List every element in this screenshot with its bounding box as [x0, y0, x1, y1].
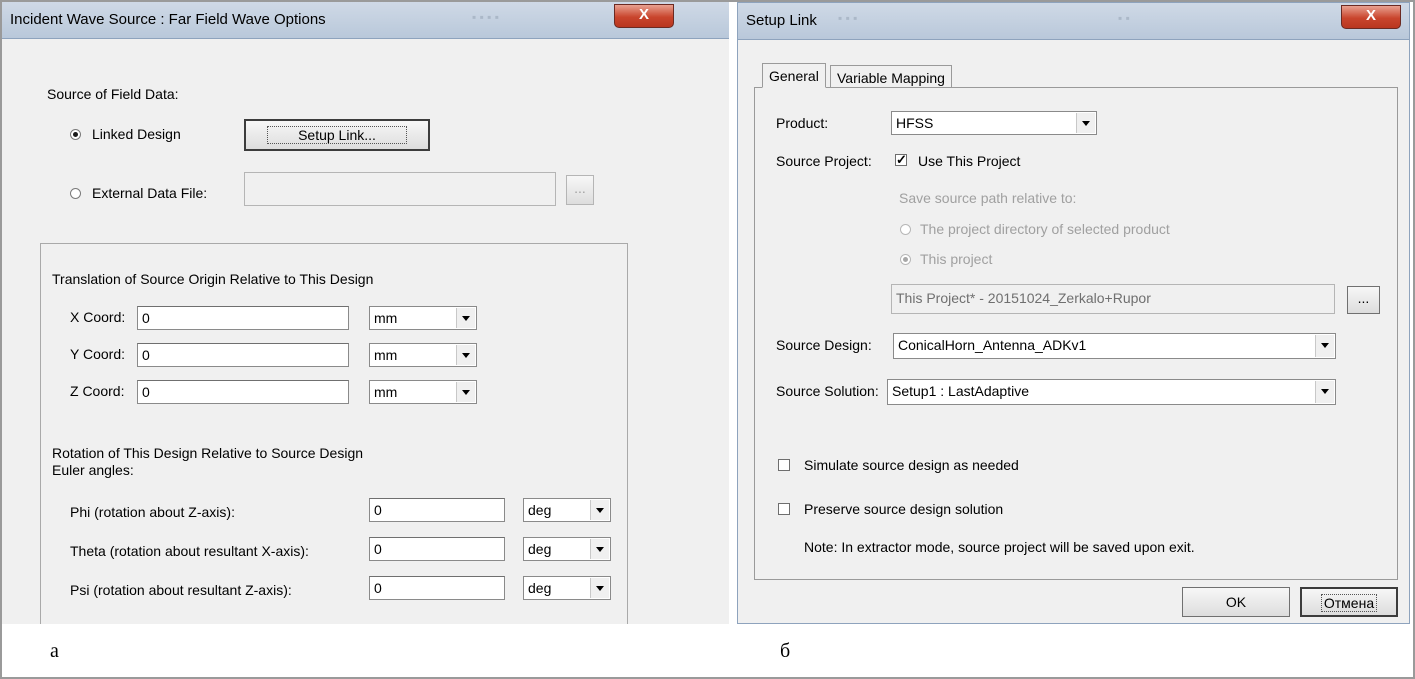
this-project-radio[interactable] [900, 254, 911, 265]
z-coord-unit-select[interactable]: mm [369, 380, 477, 404]
tab-variable-mapping[interactable]: Variable Mapping [830, 65, 952, 87]
use-this-project-checkbox[interactable]: ✓ [895, 153, 907, 166]
external-data-file-input[interactable] [244, 172, 556, 206]
linked-design-radio[interactable] [70, 129, 81, 140]
theta-input[interactable]: 0 [369, 537, 505, 561]
z-coord-input[interactable]: 0 [137, 380, 349, 404]
source-solution-value: Setup1 : LastAdaptive [892, 383, 1029, 399]
project-directory-label: The project directory of selected produc… [920, 221, 1170, 237]
simulate-label: Simulate source design as needed [804, 457, 1019, 473]
setup-link-button[interactable]: Setup Link... [244, 119, 430, 151]
z-coord-label: Z Coord: [70, 383, 125, 399]
tab-general[interactable]: General [762, 63, 826, 88]
far-field-wave-options-dialog: Incident Wave Source : Far Field Wave Op… [2, 2, 729, 624]
save-relative-label: Save source path relative to: [899, 190, 1077, 206]
source-design-select[interactable]: ConicalHorn_Antenna_ADKv1 [893, 333, 1336, 359]
product-select[interactable]: HFSS [891, 111, 1097, 135]
phi-label: Phi (rotation about Z-axis): [70, 504, 235, 520]
external-data-file-label: External Data File: [92, 185, 208, 201]
browse-file-button[interactable]: ... [566, 175, 594, 205]
z-coord-unit-value: mm [374, 384, 398, 400]
background-ghost-text: ▪ ▪ ▪ ▪ [472, 10, 500, 24]
dialog-title: Setup Link [746, 12, 817, 29]
figure-caption-b: б [780, 640, 791, 662]
y-coord-unit-value: mm [374, 347, 398, 363]
project-directory-radio[interactable] [900, 224, 911, 235]
chevron-down-icon[interactable] [1315, 335, 1334, 357]
browse-button-label: ... [1357, 290, 1370, 306]
euler-angles-label: Euler angles: [52, 462, 134, 478]
rotation-heading: Rotation of This Design Relative to Sour… [52, 445, 364, 461]
psi-label: Psi (rotation about resultant Z-axis): [70, 582, 292, 598]
chevron-down-icon[interactable] [590, 500, 609, 520]
chevron-down-icon[interactable] [590, 578, 609, 598]
chevron-down-icon[interactable] [456, 382, 475, 402]
close-button[interactable]: X [1341, 5, 1401, 29]
theta-unit-select[interactable]: deg [523, 537, 611, 561]
x-coord-input[interactable]: 0 [137, 306, 349, 330]
setup-link-dialog: Setup Link ▪ ▪ ▪ ▪ ▪ X General Variable … [737, 2, 1410, 624]
y-coord-input[interactable]: 0 [137, 343, 349, 367]
background-ghost-text: ▪ ▪ ▪ [838, 11, 858, 25]
chevron-down-icon[interactable] [456, 345, 475, 365]
chevron-down-icon[interactable] [1076, 113, 1095, 133]
phi-input[interactable]: 0 [369, 498, 505, 522]
title-bar: Incident Wave Source : Far Field Wave Op… [2, 2, 729, 39]
x-coord-label: X Coord: [70, 309, 126, 325]
extractor-note: Note: In extractor mode, source project … [804, 539, 1195, 555]
x-coord-unit-value: mm [374, 310, 398, 326]
product-value: HFSS [896, 115, 934, 131]
x-coord-unit-select[interactable]: mm [369, 306, 477, 330]
phi-unit-value: deg [528, 502, 552, 518]
cancel-button-label: Отмена [1320, 594, 1378, 612]
ok-button-label: OK [1225, 594, 1247, 610]
y-coord-unit-select[interactable]: mm [369, 343, 477, 367]
source-solution-label: Source Solution: [776, 383, 879, 399]
cancel-button[interactable]: Отмена [1300, 587, 1398, 617]
title-bar: Setup Link ▪ ▪ ▪ ▪ ▪ X [738, 3, 1409, 40]
product-label: Product: [776, 115, 829, 131]
y-coord-label: Y Coord: [70, 346, 125, 362]
close-button[interactable]: X [614, 4, 674, 28]
source-solution-select[interactable]: Setup1 : LastAdaptive [887, 379, 1336, 405]
figure-caption-a: а [50, 640, 59, 662]
source-project-label: Source Project: [776, 153, 872, 169]
external-data-file-radio[interactable] [70, 188, 81, 199]
chevron-down-icon[interactable] [590, 539, 609, 559]
browse-button-label: ... [574, 180, 586, 196]
linked-design-label: Linked Design [92, 126, 181, 142]
preserve-label: Preserve source design solution [804, 501, 1004, 517]
close-icon: X [1365, 7, 1376, 24]
translation-heading: Translation of Source Origin Relative to… [52, 271, 374, 287]
background-ghost-text: ▪ ▪ [1118, 11, 1130, 25]
ok-button[interactable]: OK [1182, 587, 1290, 617]
preserve-checkbox[interactable] [778, 503, 790, 515]
this-project-label: This project [920, 251, 993, 267]
dialog-title: Incident Wave Source : Far Field Wave Op… [10, 11, 326, 28]
theta-unit-value: deg [528, 541, 552, 557]
browse-project-button[interactable]: ... [1347, 286, 1380, 314]
source-of-field-data-label: Source of Field Data: [47, 86, 179, 102]
source-design-label: Source Design: [776, 337, 872, 353]
transform-groupbox [40, 243, 628, 624]
psi-unit-select[interactable]: deg [523, 576, 611, 600]
phi-unit-select[interactable]: deg [523, 498, 611, 522]
theta-label: Theta (rotation about resultant X-axis): [70, 543, 309, 559]
psi-input[interactable]: 0 [369, 576, 505, 600]
chevron-down-icon[interactable] [1315, 381, 1334, 403]
project-path-input[interactable]: This Project* - 20151024_Zerkalo+Rupor [891, 284, 1335, 314]
source-design-value: ConicalHorn_Antenna_ADKv1 [898, 337, 1087, 353]
use-this-project-label: Use This Project [918, 153, 1021, 169]
psi-unit-value: deg [528, 580, 552, 596]
chevron-down-icon[interactable] [456, 308, 475, 328]
close-icon: X [638, 6, 649, 23]
setup-link-button-label: Setup Link... [267, 126, 407, 144]
simulate-checkbox[interactable] [778, 459, 790, 471]
